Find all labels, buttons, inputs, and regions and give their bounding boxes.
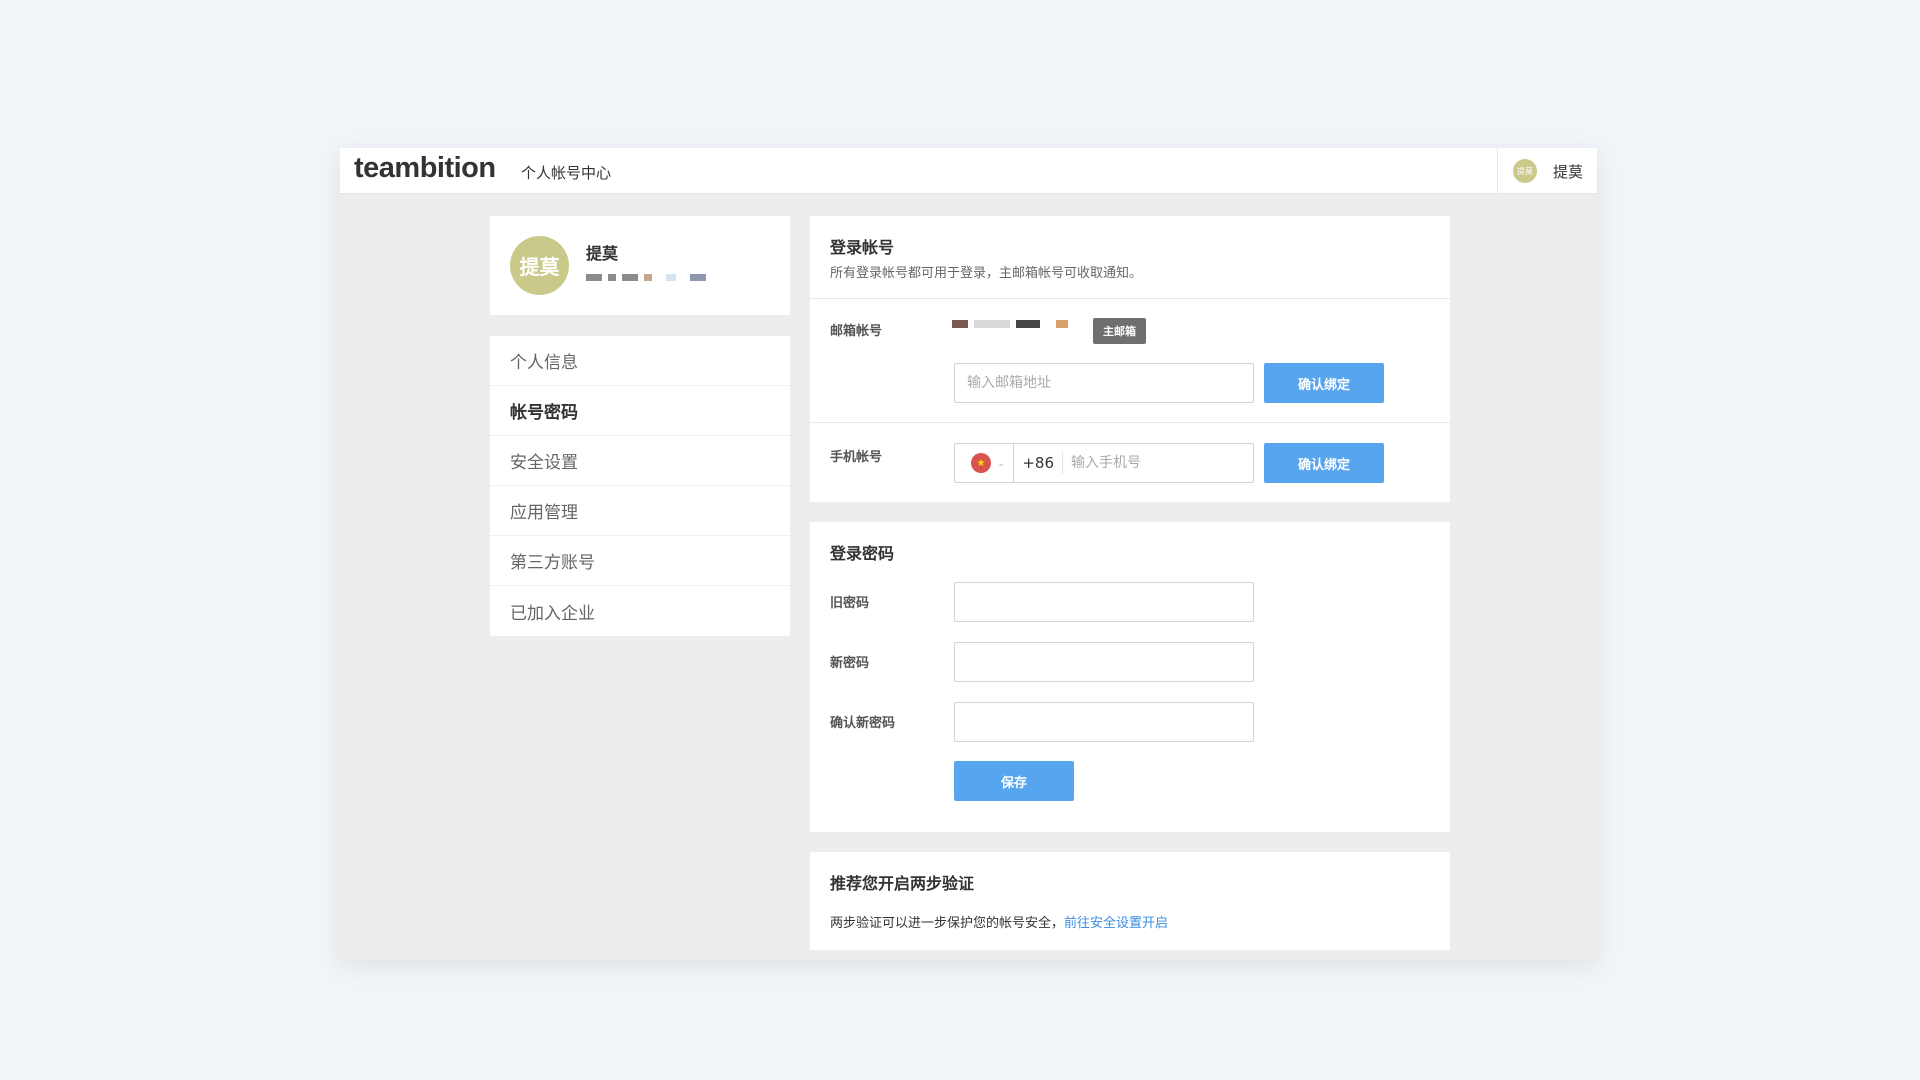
two-factor-card: 推荐您开启两步验证 两步验证可以进一步保护您的帐号安全，前往安全设置开启	[810, 852, 1450, 950]
phone-label: 手机帐号	[830, 450, 883, 465]
sidebar-item-third-party[interactable]: 第三方账号	[490, 536, 790, 586]
redacted-email-value	[952, 320, 1068, 328]
user-menu[interactable]: 提莫 提莫	[1497, 148, 1597, 194]
login-account-description: 所有登录帐号都可用于登录，主邮箱帐号可收取通知。	[830, 266, 1143, 281]
email-label: 邮箱帐号	[830, 324, 883, 339]
country-code-select[interactable]: ★ ⌄	[955, 444, 1015, 482]
new-password-field[interactable]	[954, 642, 1254, 682]
new-password-label: 新密码	[830, 656, 870, 671]
login-account-title: 登录帐号	[830, 238, 895, 257]
two-factor-text: 两步验证可以进一步保护您的帐号安全，前往安全设置开启	[830, 912, 1168, 931]
profile-avatar: 提莫	[510, 236, 569, 295]
phone-field-group: ★ ⌄ +86	[954, 443, 1254, 483]
email-input[interactable]	[954, 363, 1254, 403]
two-factor-title: 推荐您开启两步验证	[830, 874, 975, 893]
page-subtitle: 个人帐号中心	[521, 164, 612, 182]
phone-input[interactable]	[1063, 444, 1253, 482]
user-name[interactable]: 提莫	[1553, 161, 1583, 182]
profile-card: 提莫 提莫	[490, 216, 790, 315]
bind-email-button[interactable]: 确认绑定	[1264, 363, 1384, 403]
account-center-window: teambition 个人帐号中心 提莫 提莫 提莫 提莫 个人信息 帐号密码 …	[340, 148, 1597, 960]
phone-country-code: +86	[1014, 452, 1063, 474]
sidebar-item-account-password[interactable]: 帐号密码	[490, 386, 790, 436]
confirm-password-label: 确认新密码	[830, 716, 896, 731]
sidebar-nav: 个人信息 帐号密码 安全设置 应用管理 第三方账号 已加入企业	[490, 336, 790, 636]
save-button[interactable]: 保存	[954, 761, 1074, 801]
login-password-card: 登录密码 旧密码 新密码 确认新密码 保存	[810, 522, 1450, 832]
login-account-card: 登录帐号 所有登录帐号都可用于登录，主邮箱帐号可收取通知。 邮箱帐号 主邮箱 确…	[810, 216, 1450, 502]
old-password-field[interactable]	[954, 582, 1254, 622]
primary-email-badge: 主邮箱	[1093, 318, 1146, 344]
old-password-label: 旧密码	[830, 596, 870, 611]
confirm-password-field[interactable]	[954, 702, 1254, 742]
bind-phone-button[interactable]: 确认绑定	[1264, 443, 1384, 483]
sidebar-item-security[interactable]: 安全设置	[490, 436, 790, 486]
two-factor-description: 两步验证可以进一步保护您的帐号安全，	[830, 916, 1065, 931]
sidebar-item-apps[interactable]: 应用管理	[490, 486, 790, 536]
avatar[interactable]: 提莫	[1513, 159, 1537, 183]
chevron-down-icon: ⌄	[997, 457, 1006, 469]
divider	[810, 422, 1450, 423]
sidebar-item-enterprises[interactable]: 已加入企业	[490, 586, 790, 636]
redacted-email	[586, 274, 706, 281]
profile-name: 提莫	[586, 244, 619, 263]
divider	[810, 298, 1450, 299]
sidebar-item-personal-info[interactable]: 个人信息	[490, 336, 790, 386]
login-password-title: 登录密码	[830, 544, 895, 563]
security-settings-link[interactable]: 前往安全设置开启	[1064, 916, 1168, 931]
teambition-logo[interactable]: teambition	[354, 152, 496, 185]
top-bar: teambition 个人帐号中心 提莫 提莫	[340, 148, 1597, 194]
china-flag-icon: ★	[971, 453, 991, 473]
